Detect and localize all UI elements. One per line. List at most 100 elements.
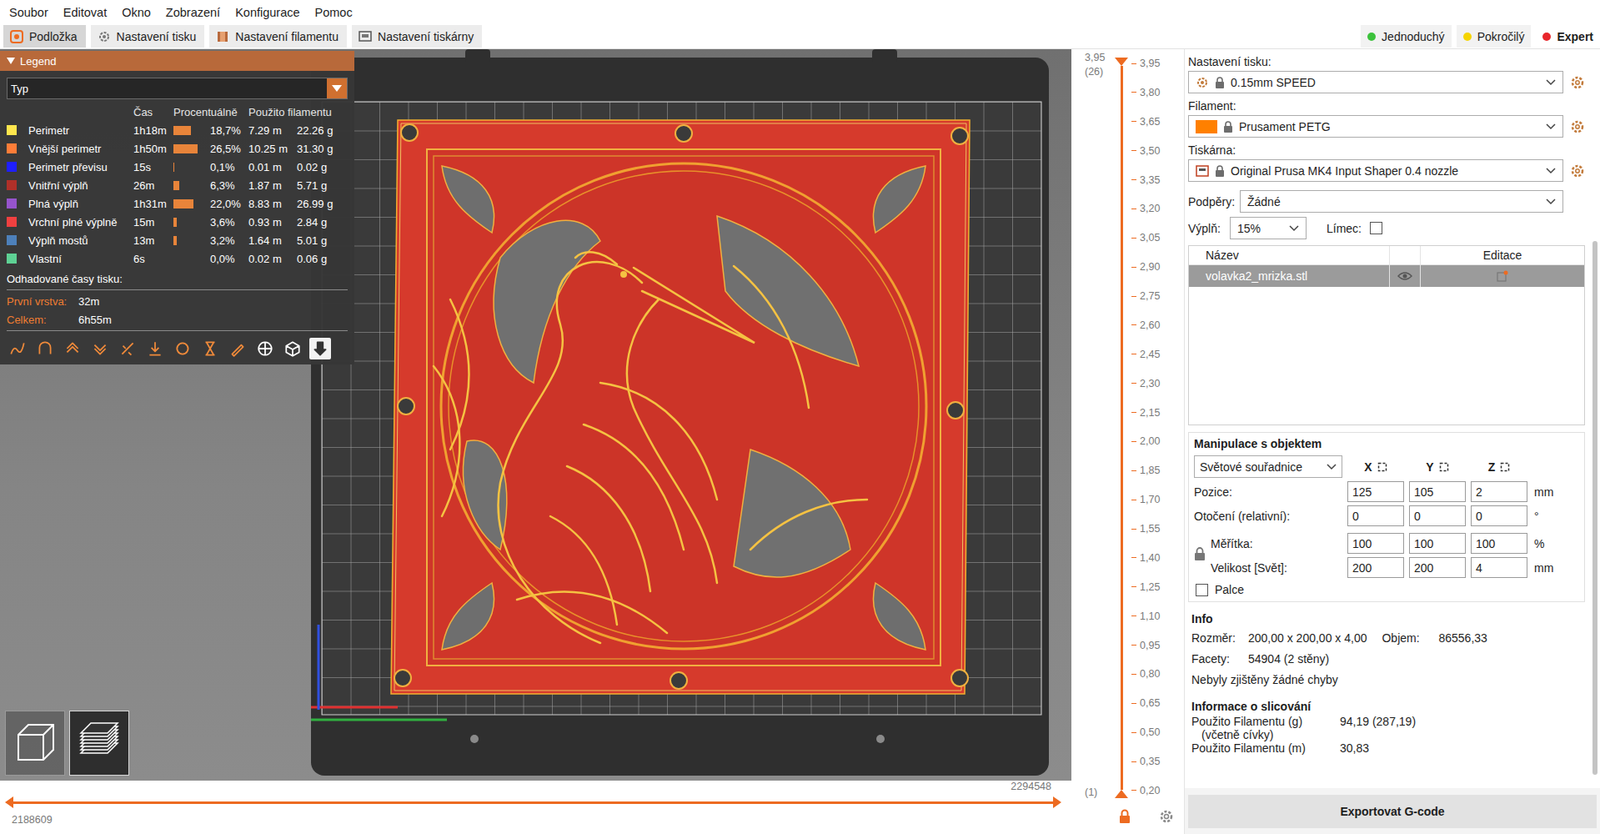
legend-row[interactable]: Vrchní plné výplně 15m 3,6% 0.93 m 2.84 … <box>0 212 355 231</box>
mode-button[interactable]: Pokročilý <box>1456 25 1532 48</box>
legend-toolbar-button[interactable] <box>61 337 84 360</box>
layer-tick: 1,55 <box>1131 521 1184 537</box>
lock-icon[interactable] <box>1118 808 1132 824</box>
brim-checkbox[interactable] <box>1369 221 1383 235</box>
chevron-down-icon <box>1289 225 1300 232</box>
manipulation-input[interactable]: 0 <box>1347 505 1405 527</box>
3d-scene[interactable]: Legend Typ Čas Procentuálně Použito fila… <box>0 49 1072 781</box>
mode-button[interactable]: Expert <box>1535 25 1600 48</box>
preset-combo[interactable]: Prusament PETG <box>1188 115 1564 138</box>
manipulation-label: Měřítka: <box>1210 536 1343 551</box>
infill-combo[interactable]: 15% <box>1229 216 1307 240</box>
legend-row[interactable]: Vlastní 6s 0,0% 0.02 m 0.06 g <box>0 249 355 268</box>
reset-axis-icon[interactable] <box>1439 461 1450 472</box>
legend-toolbar-button[interactable] <box>116 337 139 360</box>
object-list-header: Název Editace <box>1188 245 1585 266</box>
menu-item[interactable]: Konfigurace <box>227 5 307 20</box>
chevron-down-icon <box>1545 79 1556 86</box>
manipulation-input[interactable]: 0 <box>1409 505 1466 527</box>
legend-column-header: Čas Procentuálně Použito filamentu <box>0 102 355 121</box>
lock-icon <box>1214 165 1225 177</box>
estimate-row: Celkem: 6h55m <box>0 310 355 329</box>
travel-icon <box>8 339 27 358</box>
manipulation-input[interactable]: 200 <box>1347 556 1405 578</box>
lower-thumb-icon[interactable] <box>5 796 14 808</box>
legend-row[interactable]: Vnější perimetr 1h50m 26,5% 10.25 m 31.3… <box>0 139 355 158</box>
feature-color-swatch <box>6 216 17 227</box>
legend-header[interactable]: Legend <box>0 50 355 71</box>
manipulation-input[interactable]: 2 <box>1470 481 1528 502</box>
upper-thumb-icon[interactable] <box>1114 57 1129 66</box>
tab[interactable]: Nastavení tiskárny <box>351 25 482 48</box>
chevron-down-icon <box>1326 463 1337 471</box>
legend-toolbar-button[interactable] <box>226 337 249 360</box>
mode-button[interactable]: Jednoduchý <box>1360 25 1452 48</box>
view-type-select[interactable]: Typ <box>6 77 348 100</box>
legend-row[interactable]: Výplň mostů 13m 3,2% 1.64 m 5.01 g <box>0 230 355 250</box>
preset-combo[interactable]: Original Prusa MK4 Input Shaper 0.4 nozz… <box>1188 159 1564 182</box>
edit-preset-gear-icon[interactable] <box>1569 163 1585 179</box>
layer-tick: 3,50 <box>1131 143 1184 159</box>
cog-icon[interactable] <box>1158 808 1174 824</box>
info-status: Nebyly zjištěny žádné chyby <box>1191 668 1585 690</box>
scrollbar[interactable] <box>1589 49 1600 788</box>
preview-button[interactable] <box>69 710 130 776</box>
layer-tick: 0,95 <box>1131 637 1184 653</box>
object-list: Název Editace volavka2_mrizka.stl <box>1188 245 1585 426</box>
layer-slider[interactable]: 3,95 (26) (1) 3,95 3,80 3,65 3,50 3,35 3… <box>1071 49 1184 834</box>
upper-thumb-icon[interactable] <box>1053 796 1062 808</box>
manipulation-input[interactable]: 0 <box>1470 505 1528 527</box>
manipulation-input[interactable]: 105 <box>1409 481 1466 502</box>
eye-icon[interactable] <box>1397 270 1413 281</box>
legend-toolbar-button[interactable] <box>309 337 332 360</box>
menu-item[interactable]: Pomoc <box>307 5 361 20</box>
legend-toolbar-button[interactable] <box>199 337 221 360</box>
menu-item[interactable]: Soubor <box>1 5 56 20</box>
manipulation-input[interactable]: 100 <box>1409 532 1466 554</box>
menu-bar: SouborEditovatOknoZobrazeníKonfiguracePo… <box>0 0 1600 25</box>
edit-icon[interactable] <box>1496 270 1509 282</box>
coordinate-system-combo[interactable]: Světové souřadnice <box>1193 455 1343 478</box>
export-gcode-button[interactable]: Exportovat G-code <box>1188 794 1597 828</box>
legend-row[interactable]: Perimetr převisu 15s 0,1% 0.01 m 0.02 g <box>0 157 355 176</box>
manipulation-input[interactable]: 100 <box>1347 532 1405 554</box>
layer-tick: 1,85 <box>1131 462 1184 478</box>
layer-tick: 1,25 <box>1131 579 1184 595</box>
print-settings-icon <box>1195 75 1209 90</box>
3d-view-button[interactable] <box>5 710 66 776</box>
legend-toolbar-button[interactable] <box>6 337 29 360</box>
object-row[interactable]: volavka2_mrizka.stl <box>1188 265 1585 287</box>
manipulation-label: Pozice: <box>1193 485 1343 499</box>
manipulation-input[interactable]: 125 <box>1347 481 1405 502</box>
inches-checkbox[interactable] <box>1195 583 1209 597</box>
supports-combo[interactable]: Žádné <box>1239 190 1564 213</box>
tab[interactable]: Nastavení tisku <box>90 25 206 48</box>
preset-combo[interactable]: 0.15mm SPEED <box>1188 70 1564 94</box>
reset-axis-icon[interactable] <box>1377 461 1388 472</box>
menu-item[interactable]: Zobrazení <box>158 5 228 20</box>
legend-toolbar-button[interactable] <box>144 337 166 360</box>
legend-row[interactable]: Plná výplň 1h31m 22,0% 8.83 m 26.99 g <box>0 194 355 213</box>
move-slider[interactable]: 2294548 2188609 <box>0 780 1072 834</box>
legend-toolbar-button[interactable] <box>171 337 194 360</box>
manipulation-input[interactable]: 100 <box>1470 532 1528 554</box>
menu-item[interactable]: Okno <box>114 5 159 20</box>
legend-toolbar-button[interactable] <box>34 337 56 360</box>
lock-icon[interactable] <box>1193 546 1206 561</box>
menu-item[interactable]: Editovat <box>55 5 115 20</box>
legend-toolbar-button[interactable] <box>89 337 111 360</box>
legend-row[interactable]: Perimetr 1h18m 18,7% 7.29 m 22.26 g <box>0 120 355 140</box>
legend-row[interactable]: Vnitřní výplň 26m 6,3% 1.87 m 5.71 g <box>0 175 355 195</box>
legend-toolbar-button[interactable] <box>254 337 276 360</box>
lower-thumb-icon[interactable] <box>1114 789 1129 798</box>
manipulation-input[interactable]: 4 <box>1470 556 1528 578</box>
tab[interactable]: Nastavení filamentu <box>209 25 347 48</box>
tab[interactable]: Podložka <box>3 25 86 48</box>
deretraction-icon <box>90 339 110 358</box>
reset-axis-icon[interactable] <box>1499 461 1510 472</box>
color-change-icon <box>173 339 192 358</box>
manipulation-input[interactable]: 200 <box>1409 556 1466 578</box>
legend-toolbar-button[interactable] <box>281 337 304 360</box>
edit-preset-gear-icon[interactable] <box>1569 119 1585 135</box>
edit-preset-gear-icon[interactable] <box>1569 75 1585 91</box>
